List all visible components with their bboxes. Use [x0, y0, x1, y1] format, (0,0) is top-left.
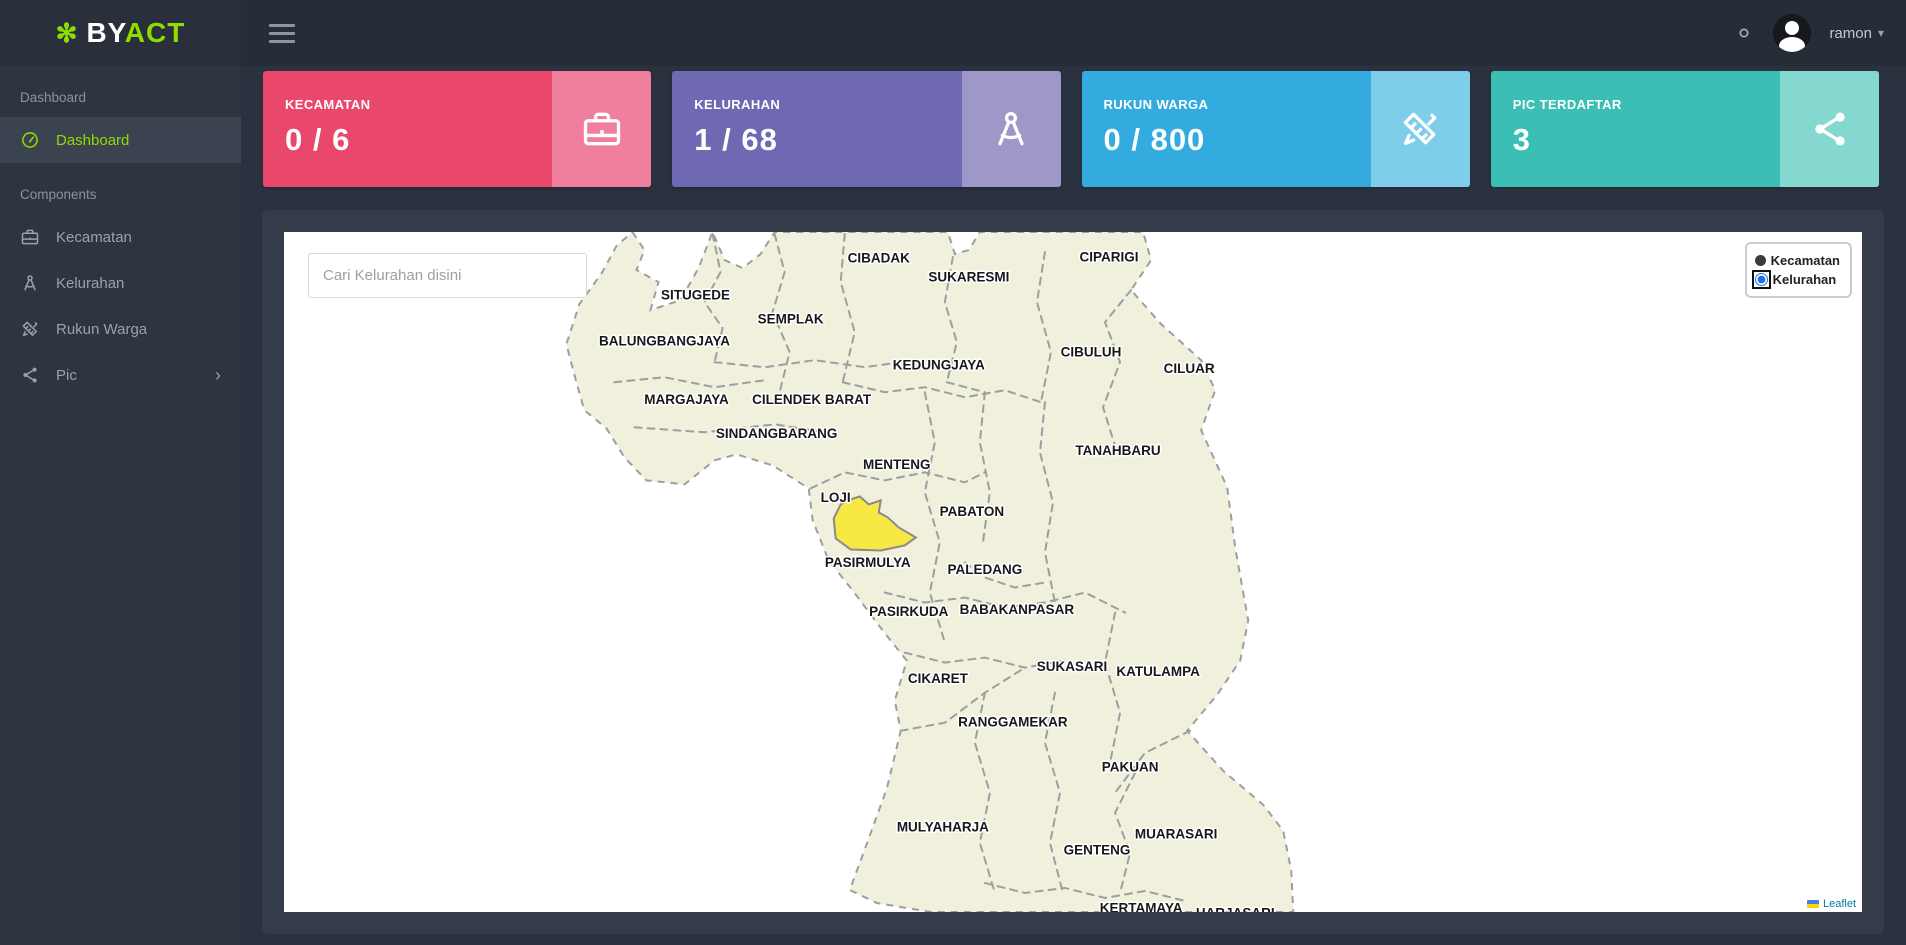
- layer-option-label: Kelurahan: [1773, 270, 1837, 289]
- radio-unselected-icon: [1755, 255, 1766, 266]
- ruler-pencil-icon: [1371, 71, 1470, 187]
- map-label: SINDANGBARANG: [716, 426, 837, 441]
- map-label: GENTENG: [1064, 842, 1131, 857]
- map-attribution[interactable]: Leaflet: [1801, 896, 1862, 912]
- stat-cards: KECAMATAN 0 / 6 KELURAHAN 1 / 68 RUKUN W…: [263, 71, 1879, 187]
- ruler-pencil-icon: [20, 319, 40, 339]
- map-label: PASIRMULYA: [825, 555, 911, 570]
- card-value: 0 / 800: [1104, 122, 1371, 158]
- map-label: BALUNGBANGJAYA: [599, 334, 730, 349]
- brand-text-accent: ACT: [125, 17, 186, 48]
- layer-option-kecamatan[interactable]: Kecamatan: [1755, 251, 1840, 270]
- card-value: 1 / 68: [694, 122, 961, 158]
- brand: ✻ BYACT: [0, 0, 241, 66]
- brand-text-primary: BY: [86, 17, 124, 48]
- sidebar-item-label: Kelurahan: [56, 275, 124, 292]
- drafting-compass-icon: [20, 273, 40, 293]
- map-label: CIBADAK: [848, 251, 910, 266]
- avatar[interactable]: [1773, 14, 1811, 52]
- card-rukun-warga: RUKUN WARGA 0 / 800: [1082, 71, 1470, 187]
- drafting-compass-icon: [962, 71, 1061, 187]
- ukraine-flag-icon: [1807, 900, 1819, 908]
- sidebar-section-components: Components: [0, 163, 241, 214]
- map-label: SUKARESMI: [928, 270, 1009, 285]
- map-label: CIBULUH: [1061, 345, 1122, 360]
- share-nodes-icon: [20, 365, 40, 385]
- gauge-icon: [20, 130, 40, 150]
- card-kecamatan: KECAMATAN 0 / 6: [263, 71, 651, 187]
- map-label: PASIRKUDA: [869, 604, 948, 619]
- map-geometry: SITUGEDE CIBADAK SUKARESMI CIPARIGI SEMPLAK B…: [284, 232, 1862, 912]
- chevron-down-icon: ▾: [1878, 26, 1884, 40]
- map-label: TANAHBARU: [1075, 443, 1160, 458]
- radio-selected-icon[interactable]: [1755, 273, 1768, 286]
- sidebar-item-label: Kecamatan: [56, 229, 132, 246]
- chevron-right-icon: ›: [215, 366, 221, 384]
- layer-control: Kecamatan Kelurahan: [1745, 242, 1852, 298]
- map-label: CIKARET: [908, 671, 969, 686]
- map-label: CIPARIGI: [1080, 250, 1139, 265]
- map-label: BABAKANPASAR: [960, 602, 1075, 617]
- sidebar-item-label: Dashboard: [56, 132, 129, 149]
- map-label: CILENDEK BARAT: [752, 392, 872, 407]
- map-label: SUKASARI: [1037, 659, 1108, 674]
- map-label: HARJASARI: [1196, 906, 1275, 912]
- sidebar-item-kelurahan[interactable]: Kelurahan: [0, 260, 241, 306]
- card-pic-terdaftar: PIC TERDAFTAR 3: [1491, 71, 1879, 187]
- card-label: KELURAHAN: [694, 97, 961, 112]
- map-label: SEMPLAK: [758, 312, 824, 327]
- card-label: PIC TERDAFTAR: [1513, 97, 1780, 112]
- user-menu[interactable]: ramon ▾: [1829, 25, 1884, 42]
- sidebar-item-rukun-warga[interactable]: Rukun Warga: [0, 306, 241, 352]
- layer-option-kelurahan[interactable]: Kelurahan: [1755, 270, 1840, 289]
- map-label: LOJI: [821, 490, 851, 505]
- hamburger-menu-icon[interactable]: [269, 24, 295, 43]
- map-label: PAKUAN: [1102, 759, 1159, 774]
- card-kelurahan: KELURAHAN 1 / 68: [672, 71, 1060, 187]
- sidebar-section-dashboard: Dashboard: [0, 66, 241, 117]
- sidebar-item-pic[interactable]: Pic ›: [0, 352, 241, 398]
- layer-option-label: Kecamatan: [1771, 251, 1840, 270]
- sidebar-item-dashboard[interactable]: Dashboard: [0, 117, 241, 163]
- map-label: SITUGEDE: [661, 288, 730, 303]
- card-value: 3: [1513, 122, 1780, 158]
- map-label: PABATON: [940, 504, 1004, 519]
- map-label: KERTAMAYA: [1100, 901, 1183, 912]
- sidebar-item-label: Pic: [56, 367, 77, 384]
- map-label: KATULAMPA: [1116, 664, 1200, 679]
- briefcase-icon: [552, 71, 651, 187]
- leaflet-map[interactable]: SITUGEDE CIBADAK SUKARESMI CIPARIGI SEMPLAK B…: [284, 232, 1862, 912]
- user-name: ramon: [1829, 25, 1872, 42]
- sidebar: ✻ BYACT Dashboard Dashboard Components K…: [0, 0, 241, 945]
- briefcase-icon: [20, 227, 40, 247]
- sidebar-item-kecamatan[interactable]: Kecamatan: [0, 214, 241, 260]
- map-panel: SITUGEDE CIBADAK SUKARESMI CIPARIGI SEMPLAK B…: [262, 210, 1884, 934]
- theme-sun-icon[interactable]: [1733, 22, 1755, 44]
- map-label: MULYAHARJA: [897, 819, 989, 834]
- card-label: KECAMATAN: [285, 97, 552, 112]
- sidebar-item-label: Rukun Warga: [56, 321, 147, 338]
- map-label: CILUAR: [1164, 361, 1215, 376]
- topbar: ramon ▾: [241, 0, 1906, 66]
- map-label: MUARASARI: [1135, 826, 1217, 841]
- map-label: MENTENG: [863, 457, 930, 472]
- attribution-label: Leaflet: [1823, 898, 1856, 910]
- map-label: RANGGAMEKAR: [958, 714, 1068, 729]
- map-label: KEDUNGJAYA: [893, 358, 985, 373]
- map-label: MARGAJAYA: [644, 392, 729, 407]
- card-value: 0 / 6: [285, 122, 552, 158]
- map-label: PALEDANG: [948, 562, 1023, 577]
- snowflake-icon: ✻: [56, 18, 79, 49]
- share-nodes-icon: [1780, 71, 1879, 187]
- card-label: RUKUN WARGA: [1104, 97, 1371, 112]
- search-input[interactable]: [308, 253, 587, 298]
